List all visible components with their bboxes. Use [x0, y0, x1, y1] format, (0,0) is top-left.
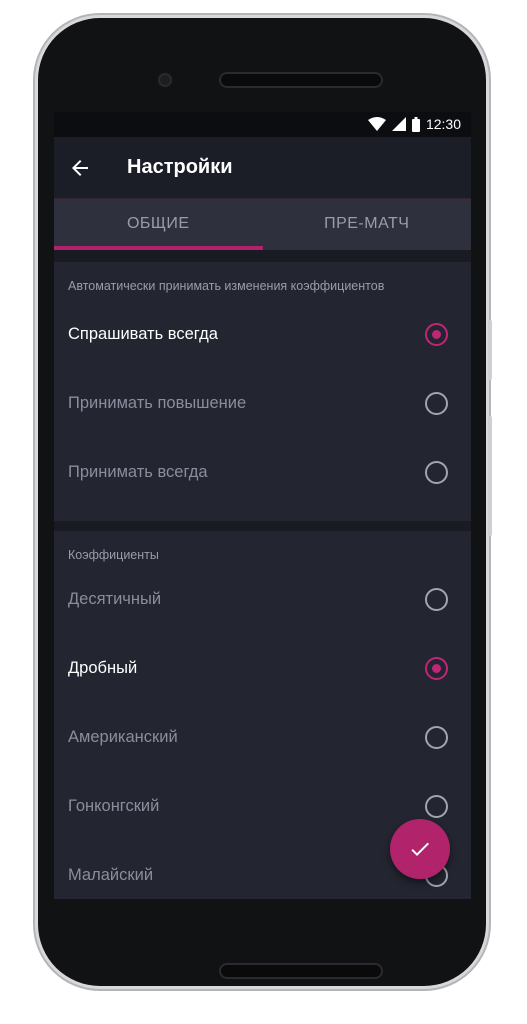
divider: [54, 521, 471, 531]
tab-general[interactable]: ОБЩИЕ: [54, 199, 263, 250]
radio-button[interactable]: [425, 657, 448, 680]
page-title: Настройки: [127, 156, 233, 178]
option-decimal[interactable]: Десятичный: [54, 568, 471, 637]
radio-button[interactable]: [425, 588, 448, 611]
option-label: Принимать повышение: [68, 394, 247, 412]
front-camera: [158, 73, 172, 87]
status-bar: 12:30: [54, 112, 471, 137]
option-fractional[interactable]: Дробный: [54, 637, 471, 706]
option-ask-always[interactable]: Спрашивать всегда: [54, 303, 471, 372]
section-header: Автоматически принимать изменения коэффи…: [68, 279, 385, 293]
section-header: Коэффициенты: [68, 548, 159, 562]
divider: [54, 250, 471, 262]
volume-button: [488, 320, 492, 380]
arrow-back-icon[interactable]: [68, 156, 92, 180]
option-label: Десятичный: [68, 590, 162, 608]
option-label: Гонконгский: [68, 797, 160, 815]
tab-bar: ОБЩИЕ ПРЕ-МАТЧ: [54, 198, 471, 250]
option-label: Спрашивать всегда: [68, 325, 218, 343]
tab-prematch[interactable]: ПРЕ-МАТЧ: [263, 199, 472, 250]
screen: 12:30 Настройки ОБЩИЕ ПРЕ-МАТЧ Автоматич…: [54, 112, 471, 899]
option-accept-always[interactable]: Принимать всегда: [54, 441, 471, 510]
section-auto-accept: Автоматически принимать изменения коэффи…: [54, 262, 471, 521]
save-fab-button[interactable]: [390, 819, 450, 879]
option-label: Малайский: [68, 866, 154, 884]
status-time: 12:30: [425, 116, 461, 132]
app-bar: Настройки: [54, 137, 471, 198]
bottom-speaker: [221, 965, 381, 977]
option-label: Дробный: [68, 659, 138, 677]
radio-button[interactable]: [425, 392, 448, 415]
option-accept-increase[interactable]: Принимать повышение: [54, 372, 471, 441]
check-icon: [411, 842, 429, 856]
radio-button[interactable]: [425, 461, 448, 484]
radio-button[interactable]: [425, 795, 448, 818]
signal-icon: [391, 117, 406, 131]
option-american[interactable]: Американский: [54, 706, 471, 775]
battery-icon: [411, 116, 420, 132]
option-label: Американский: [68, 728, 178, 746]
radio-button[interactable]: [425, 726, 448, 749]
top-speaker: [221, 74, 381, 86]
option-label: Принимать всегда: [68, 463, 208, 481]
wifi-icon: [367, 117, 386, 131]
radio-button[interactable]: [425, 323, 448, 346]
power-button: [488, 416, 492, 536]
